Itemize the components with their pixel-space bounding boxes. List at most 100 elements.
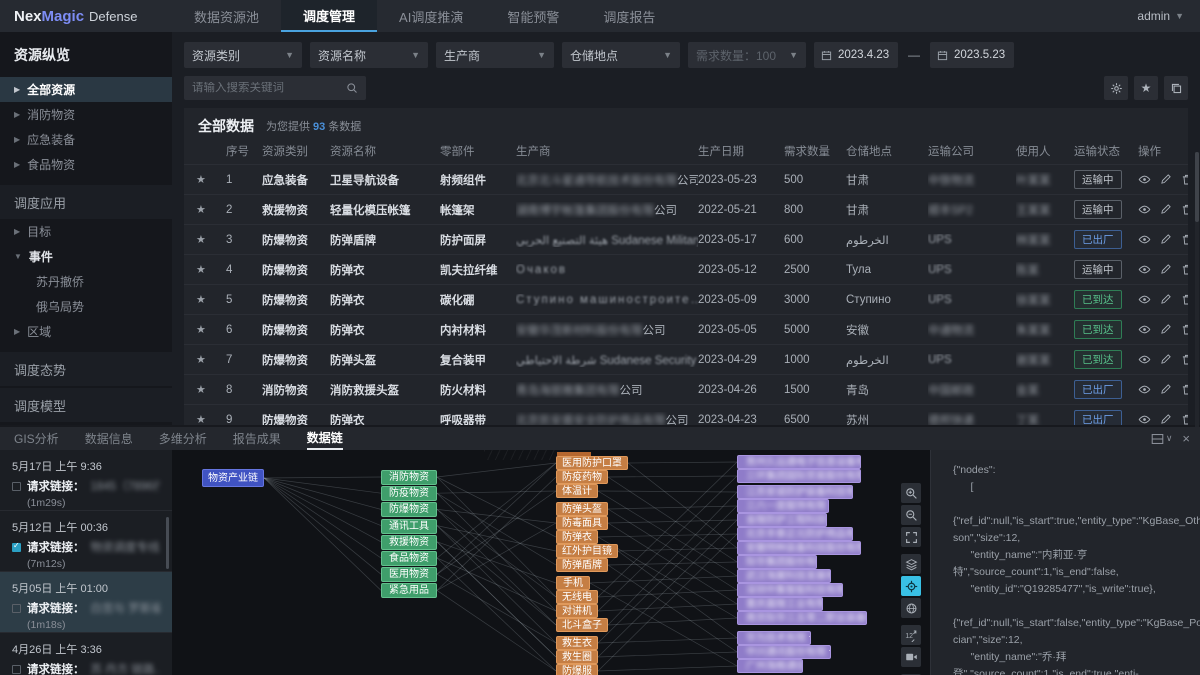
graph-node-company[interactable]: 金陵防护工程科技有限 公司 bbox=[737, 513, 827, 527]
bottom-tab-1[interactable]: GIS分析 bbox=[14, 427, 59, 450]
main-scrollbar[interactable] bbox=[1195, 152, 1199, 432]
edit-icon[interactable] bbox=[1160, 323, 1172, 335]
graph-node-item[interactable]: 防弹盾牌 bbox=[556, 558, 608, 572]
request-link[interactable]: 苏 丹方 链路… bbox=[91, 661, 161, 675]
favorite-star-icon[interactable]: ★ bbox=[196, 353, 226, 366]
settings-button[interactable] bbox=[1104, 76, 1128, 100]
graph-node-item[interactable]: 红外护目镜 bbox=[556, 544, 618, 558]
graph-node-item[interactable]: 防弹头盔 bbox=[556, 502, 608, 516]
sidebar-item-消防物资[interactable]: ▶消防物资 bbox=[0, 102, 172, 127]
request-item[interactable]: 5月12日 上午 00:36请求链接：物资调度专线 链路…(7m12s) bbox=[0, 511, 172, 572]
view-icon[interactable] bbox=[1138, 323, 1151, 336]
locate-button[interactable] bbox=[901, 576, 921, 596]
graph-node-item[interactable]: 防弹衣 bbox=[556, 530, 598, 544]
delete-icon[interactable] bbox=[1181, 383, 1188, 396]
graph-node-company[interactable]: 安徽特种装备科技股份有限 公司 bbox=[737, 541, 861, 555]
request-checkbox[interactable] bbox=[12, 543, 21, 552]
request-link[interactable]: 1845（7896行预警）… bbox=[91, 478, 161, 494]
graph-node-item[interactable]: 防爆服 bbox=[556, 664, 598, 675]
column-header-生产日期[interactable]: 生产日期 bbox=[698, 143, 784, 159]
favorite-star-icon[interactable]: ★ bbox=[196, 323, 226, 336]
sidebar-item-目标[interactable]: ▶目标 bbox=[0, 219, 172, 244]
column-header-仓储地点[interactable]: 仓储地点 bbox=[846, 143, 928, 159]
video-button[interactable] bbox=[901, 647, 921, 667]
nav-tab-2[interactable]: 调度管理 bbox=[281, 0, 377, 32]
request-link[interactable]: 白宫与 罗斯福号 链路… bbox=[91, 600, 161, 616]
copy-button[interactable] bbox=[1164, 76, 1188, 100]
graph-node-category[interactable]: 通讯工具 bbox=[381, 519, 437, 534]
layout-toggle-button[interactable]: ∨ bbox=[1151, 433, 1173, 445]
bottom-tab-3[interactable]: 多维分析 bbox=[159, 427, 207, 450]
graph-node-company[interactable]: 贵州久远通电子信息设备有限 公司 bbox=[737, 455, 861, 469]
graph-node-item[interactable]: 对讲机 bbox=[556, 604, 598, 618]
search-input[interactable] bbox=[192, 82, 332, 94]
favorite-star-icon[interactable]: ★ bbox=[196, 293, 226, 306]
graph-node-company[interactable]: 深圳中集智能科技有限 公司 bbox=[737, 583, 843, 597]
delete-icon[interactable] bbox=[1181, 263, 1188, 276]
edit-icon[interactable] bbox=[1160, 233, 1172, 245]
graph-node-category[interactable]: 防爆物资 bbox=[381, 502, 437, 517]
favorite-star-icon[interactable]: ★ bbox=[196, 413, 226, 425]
graph-node-category[interactable]: 防疫物资 bbox=[381, 486, 437, 501]
edit-icon[interactable] bbox=[1160, 263, 1172, 275]
column-header-序号[interactable]: 序号 bbox=[226, 143, 262, 159]
favorite-button[interactable]: ★ bbox=[1134, 76, 1158, 100]
delete-icon[interactable] bbox=[1181, 293, 1188, 306]
request-item[interactable]: 4月26日 上午 3:36请求链接：苏 丹方 链路…(1m21s) bbox=[0, 633, 172, 675]
filter-dropdown-2[interactable]: 资源名称▼ bbox=[310, 42, 428, 68]
nav-tab-3[interactable]: AI调度推演 bbox=[377, 0, 485, 32]
graph-node-category[interactable]: 医用物资 bbox=[381, 567, 437, 582]
view-icon[interactable] bbox=[1138, 233, 1151, 246]
bottom-tab-2[interactable]: 数据信息 bbox=[85, 427, 133, 450]
graph-node-item[interactable]: 防毒面具 bbox=[556, 516, 608, 530]
table-row[interactable]: ★1应急装备卫星导航设备射频组件北京北斗星通导航技术股份有限公司2023-05-… bbox=[184, 164, 1188, 194]
graph-node-category[interactable]: 救援物资 bbox=[381, 535, 437, 550]
graph-node-item[interactable]: 北斗盒子 bbox=[556, 618, 608, 632]
request-checkbox[interactable] bbox=[12, 482, 21, 491]
request-checkbox[interactable] bbox=[12, 604, 21, 613]
request-list-scrollbar[interactable] bbox=[166, 517, 169, 569]
graph-node-company[interactable]: 广州海格通信集团 bbox=[737, 659, 803, 673]
favorite-star-icon[interactable]: ★ bbox=[196, 383, 226, 396]
sidebar-item-事件[interactable]: ▼事件 bbox=[0, 244, 172, 269]
edit-icon[interactable] bbox=[1160, 353, 1172, 365]
graph-node-category[interactable]: 紧急用品 bbox=[381, 583, 437, 598]
filter-dropdown-4[interactable]: 仓储地点▼ bbox=[562, 42, 680, 68]
table-row[interactable]: ★9防爆物资防弹衣呼吸器带北京凯安盾安全防护用品有限公司2023-04-2365… bbox=[184, 404, 1188, 425]
graph-node-company[interactable]: 际华集团股份有限 公司 bbox=[737, 555, 817, 569]
filter-quantity[interactable]: 需求数量：100▼ bbox=[688, 42, 806, 68]
filter-dropdown-1[interactable]: 资源类别▼ bbox=[184, 42, 302, 68]
view-icon[interactable] bbox=[1138, 383, 1151, 396]
edit-icon[interactable] bbox=[1160, 293, 1172, 305]
table-row[interactable]: ★2救援物资轻量化模压帐篷帐篷架湖南博宇帐篷集团股份有限公司2022-05-21… bbox=[184, 194, 1188, 224]
bottom-tab-5[interactable]: 数据链 bbox=[307, 427, 343, 450]
sidebar-item-全部资源[interactable]: ▶全部资源 bbox=[0, 77, 172, 102]
resize-button[interactable]: 12 bbox=[901, 625, 921, 645]
column-header-使用人[interactable]: 使用人 bbox=[1016, 143, 1074, 159]
favorite-star-icon[interactable]: ★ bbox=[196, 173, 226, 186]
request-item[interactable]: 5月05日 上午 01:00请求链接：白宫与 罗斯福号 链路…(1m18s) bbox=[0, 572, 172, 633]
view-icon[interactable] bbox=[1138, 173, 1151, 186]
graph-node-company[interactable]: 重庆嘉陵工业有限 公司 bbox=[737, 597, 823, 611]
delete-icon[interactable] bbox=[1181, 233, 1188, 246]
filter-dropdown-3[interactable]: 生产商▼ bbox=[436, 42, 554, 68]
column-header-生产商[interactable]: 生产商 bbox=[516, 143, 698, 159]
delete-icon[interactable] bbox=[1181, 323, 1188, 336]
request-item[interactable]: 5月17日 上午 9:36请求链接：1845（7896行预警）…(1m29s) bbox=[0, 450, 172, 511]
column-header-操作[interactable]: 操作 bbox=[1138, 143, 1188, 159]
view-icon[interactable] bbox=[1138, 413, 1151, 425]
edit-icon[interactable] bbox=[1160, 383, 1172, 395]
favorite-star-icon[interactable]: ★ bbox=[196, 203, 226, 216]
graph-node-company[interactable]: 北京丰泰正元防护用品有限 公司 bbox=[737, 527, 853, 541]
sidebar-section-model[interactable]: 调度模型 bbox=[0, 388, 172, 422]
delete-icon[interactable] bbox=[1181, 353, 1188, 366]
column-header-运输状态[interactable]: 运输状态 bbox=[1074, 143, 1138, 159]
view-icon[interactable] bbox=[1138, 203, 1151, 216]
graph-node-root[interactable]: 物资产业链 bbox=[202, 469, 264, 487]
nav-tab-4[interactable]: 智能预警 bbox=[485, 0, 581, 32]
graph-node-company[interactable]: 三六一度服饰有限 公司 bbox=[737, 499, 829, 513]
graph-node-item[interactable]: 无线电 bbox=[556, 590, 598, 604]
graph-node-item[interactable]: 防疫药物 bbox=[556, 470, 608, 484]
edit-icon[interactable] bbox=[1160, 173, 1172, 185]
view-icon[interactable] bbox=[1138, 293, 1151, 306]
